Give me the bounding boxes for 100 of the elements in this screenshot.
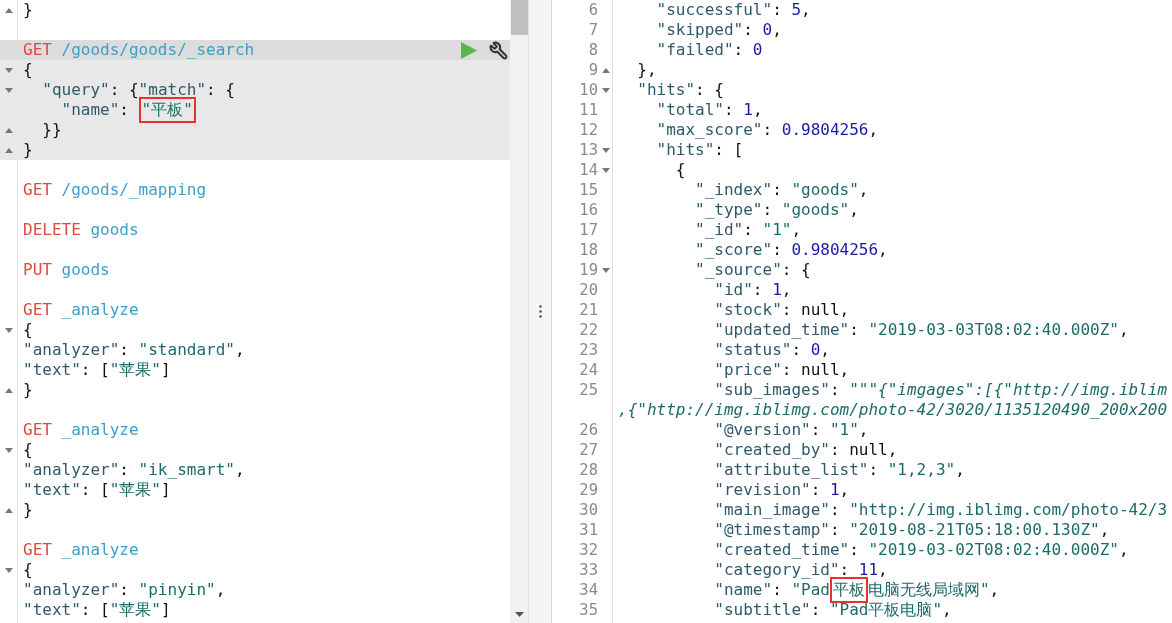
line-number: 32 (579, 541, 598, 559)
line-number: 22 (579, 321, 598, 339)
code-text: "successful": 5, (656, 0, 811, 20)
code-text: DELETE goods (23, 220, 139, 240)
line-number: 12 (579, 121, 598, 139)
caret-down-icon[interactable] (5, 567, 13, 573)
code-text: { (23, 320, 33, 340)
code-text: GET /goods/_mapping (23, 180, 207, 200)
caret-up-icon[interactable] (5, 127, 13, 133)
code-text: "query": {"match": { (42, 80, 235, 100)
code-text: "stock": null, (714, 300, 850, 320)
scrollbar-thumb[interactable] (510, 0, 528, 35)
scroll-down-icon[interactable] (514, 612, 524, 617)
caret-up-icon[interactable] (5, 507, 13, 513)
code-text: } (23, 0, 33, 20)
code-text: }} (42, 120, 62, 140)
code-text: "main_image": "http://img.iblimg.com/photo-42/3 (714, 500, 1168, 520)
code-text: "analyzer": "pinyin", (23, 580, 226, 600)
caret-down-icon[interactable] (5, 447, 13, 453)
line-number: 35 (579, 601, 598, 619)
caret-down-icon[interactable] (5, 87, 13, 93)
line-number: 13 (579, 141, 598, 159)
caret-down-icon[interactable] (601, 87, 610, 93)
code-text: "analyzer": "standard", (23, 340, 245, 360)
line-number: 31 (579, 521, 598, 539)
scrollbar[interactable] (510, 0, 528, 623)
code-text: "sub_images": """{"imgages":[{"http://img.iblim (714, 380, 1168, 400)
code-text: "total": 1, (656, 100, 763, 120)
caret-down-icon[interactable] (601, 147, 610, 153)
line-number: 34 (579, 581, 598, 599)
code-text: "_id": "1", (695, 220, 802, 240)
code-text: "hits": [ (656, 140, 744, 160)
code-text: "_source": { (695, 260, 811, 280)
line-number: 20 (579, 281, 598, 299)
line-number: 18 (579, 241, 598, 259)
line-number: 6 (588, 1, 598, 19)
code-text: GET /goods/goods/_search (23, 40, 255, 60)
line-number: 25 (579, 381, 598, 399)
line-number: 8 (588, 41, 598, 59)
caret-down-icon[interactable] (601, 167, 610, 173)
line-number: 33 (579, 561, 598, 579)
code-text: "skipped": 0, (656, 20, 782, 40)
code-text: } (23, 500, 33, 520)
code-text: "id": 1, (714, 280, 792, 300)
line-number: 27 (579, 441, 598, 459)
line-number: 19 (579, 261, 598, 279)
code-text: "created_time": "2019-03-02T08:02:40.000Z", (714, 540, 1129, 560)
code-text: GET _analyze (23, 540, 139, 560)
caret-down-icon[interactable] (5, 327, 13, 333)
line-number: 10 (579, 81, 598, 99)
code-text: { (23, 560, 33, 580)
line-number: 24 (579, 361, 598, 379)
line-number: 11 (579, 101, 598, 119)
caret-up-icon[interactable] (5, 7, 13, 13)
line-number: 7 (588, 21, 598, 39)
code-text: "name": (61, 100, 130, 120)
code-text: ,{"http://img.iblimg.com/photo-42/3020/1135120490_200x200 (618, 400, 1168, 420)
line-number: 9 (588, 61, 598, 79)
code-text: "name": "Pad (714, 580, 830, 600)
code-text: } (23, 380, 33, 400)
caret-up-icon[interactable] (5, 147, 13, 153)
code-text: "updated_time": "2019-03-03T08:02:40.000Z", (714, 320, 1129, 340)
code-text: PUT goods (23, 260, 110, 280)
line-number: 30 (579, 501, 598, 519)
line-number: 15 (579, 181, 598, 199)
line-number: 23 (579, 341, 598, 359)
code-text: { (675, 160, 686, 180)
caret-up-icon[interactable] (5, 387, 13, 393)
line-number: 21 (579, 301, 598, 319)
code-text: "category_id": 11, (714, 560, 888, 580)
line-number: 29 (579, 481, 598, 499)
line-number: 26 (579, 421, 598, 439)
code-text: "subtitle": "Pad平板电脑", (714, 600, 952, 620)
code-text: GET _analyze (23, 300, 139, 320)
code-text: { (23, 440, 33, 460)
code-text: "analyzer": "ik_smart", (23, 460, 245, 480)
line-number: 14 (579, 161, 598, 179)
code-text: "failed": 0 (656, 40, 763, 60)
caret-down-icon[interactable] (5, 67, 13, 73)
caret-down-icon[interactable] (601, 267, 610, 273)
code-text: "@version": "1", (714, 420, 869, 440)
code-text: "_score": 0.9804256, (695, 240, 888, 260)
code-text: "text": ["苹果"] (23, 360, 171, 380)
drag-handle-icon[interactable] (538, 305, 542, 318)
line-number: 17 (579, 221, 598, 239)
highlighted-text: 平板 (829, 577, 868, 603)
code-text: "created_by": null, (714, 440, 898, 460)
code-text: GET _analyze (23, 420, 139, 440)
code-text: "@timestamp": "2019-08-21T05:18:00.130Z", (714, 520, 1110, 540)
code-text: "text": ["苹果"] (23, 480, 171, 500)
line-number: 28 (579, 461, 598, 479)
wrench-icon[interactable] (489, 40, 508, 60)
caret-up-icon[interactable] (601, 67, 610, 73)
code-text: }, (637, 60, 657, 80)
code-text: "text": ["苹果"] (23, 600, 171, 620)
code-text: "max_score": 0.9804256, (656, 120, 879, 140)
code-text: 电脑无线局域网", (867, 580, 1000, 600)
code-text: "_type": "goods", (695, 200, 859, 220)
code-text: "revision": 1, (714, 480, 850, 500)
code-text: "hits": { (637, 80, 724, 100)
